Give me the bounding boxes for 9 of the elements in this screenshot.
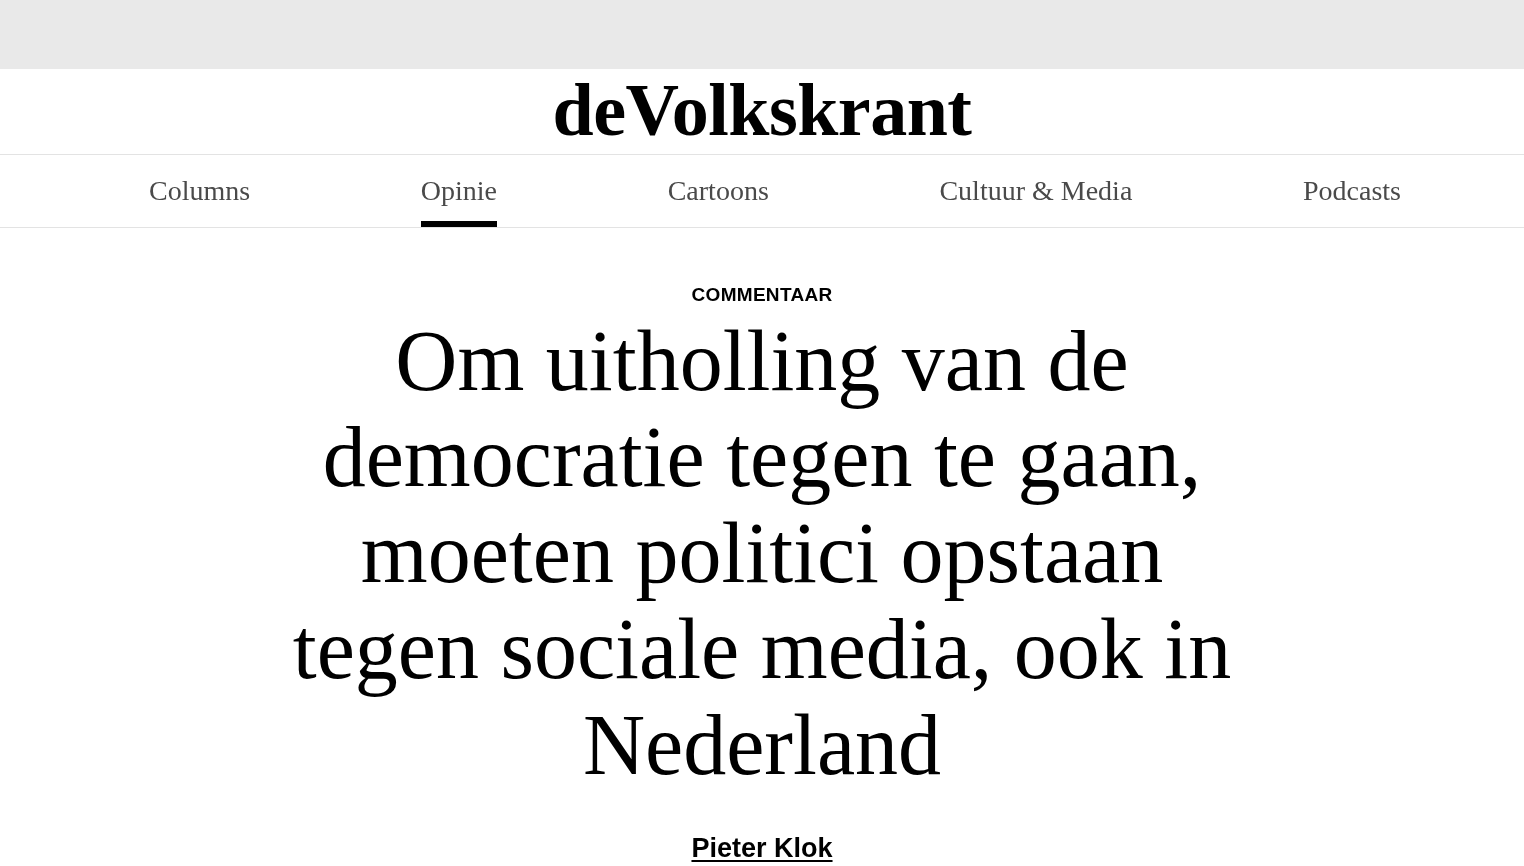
article-headline: Om uitholling van de democratie tegen te gaan, moeten politici opstaan tegen sociale media, ook in Nederland [291, 313, 1233, 793]
category-label: COMMENTAAR [691, 284, 833, 306]
nav-tab[interactable]: Podcasts [1302, 155, 1401, 227]
nav-tab[interactable]: Columns [149, 155, 251, 227]
nav-tab[interactable]: Cultuur & Media [939, 155, 1133, 227]
nav-tab[interactable]: Cartoons [667, 155, 769, 227]
author-link[interactable]: Pieter Klok [691, 833, 833, 863]
nav-tab[interactable]: Opinie [420, 155, 497, 227]
logo[interactable]: deVolkskrant [552, 72, 972, 151]
